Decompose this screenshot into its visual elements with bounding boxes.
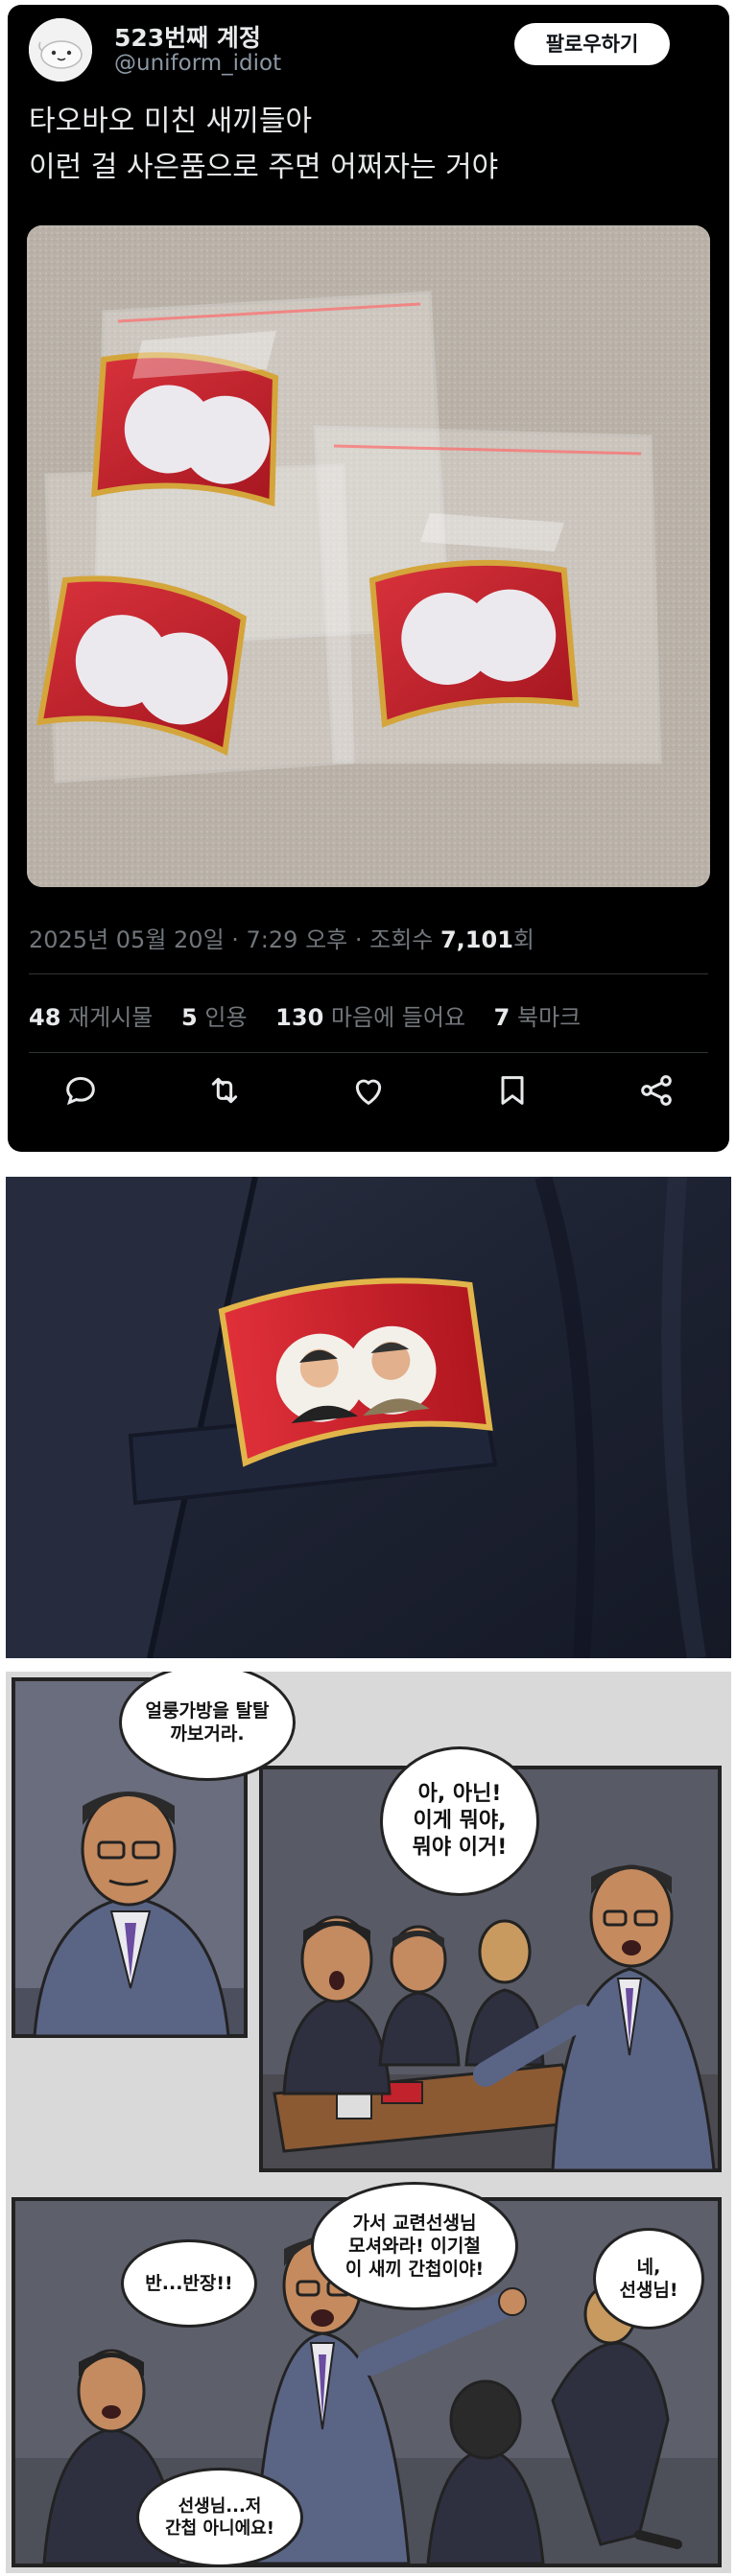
follow-button[interactable]: 팔로우하기 [514, 23, 670, 65]
bookmark-icon[interactable] [493, 1071, 532, 1110]
view-count-suffix: 회 [512, 926, 534, 953]
user-handle[interactable]: @uniform_idiot [114, 51, 281, 76]
pin-on-suit-photo [6, 1177, 731, 1658]
retweets-count: 48 [29, 1004, 61, 1031]
tweet-meta: 2025년 05월 20일 · 7:29 오후 · 조회수 7,101회 [29, 921, 534, 954]
tweet-text-line: 타오바오 미친 새끼들아 [29, 105, 313, 138]
reply-icon[interactable] [61, 1071, 100, 1110]
likes-label: 마음에 들어요 [330, 1004, 466, 1031]
tweet-card: 523번째 계정 @uniform_idiot 팔로우하기 타오바오 미친 새끼… [8, 5, 729, 1152]
tweet-text: 타오바오 미친 새끼들아 이런 걸 사은품으로 주면 어쩌자는 거야 [29, 99, 498, 191]
comic-strip: 얼룽가방을 탈탈 까보거라. 아, 아닌! 이게 뭐야, 뭐야 이거! 가서 교… [6, 1672, 731, 2573]
avatar[interactable] [29, 18, 92, 82]
action-bar [8, 1071, 729, 1115]
retweets-label: 재게시물 [68, 1004, 154, 1031]
likes-stat[interactable]: 130 마음에 들어요 [275, 1004, 465, 1031]
share-icon[interactable] [637, 1071, 676, 1110]
view-count: 7,101 [439, 926, 513, 953]
like-icon[interactable] [349, 1071, 388, 1110]
tweet-text-line: 이런 걸 사은품으로 주면 어쩌자는 거야 [29, 151, 499, 184]
comic-art [12, 1677, 722, 2567]
bookmarks-label: 북마크 [517, 1004, 582, 1031]
tweet-photo[interactable] [27, 225, 710, 887]
retweets-stat[interactable]: 48 재게시물 [29, 1004, 153, 1031]
likes-count: 130 [275, 1004, 324, 1031]
quotes-count: 5 [181, 1004, 198, 1031]
speech-bubble: 아, 아닌! 이게 뭐야, 뭐야 이거! [380, 1746, 539, 1896]
pins-photo-image [27, 225, 710, 887]
display-name[interactable]: 523번째 계정 [114, 19, 261, 54]
bookmarks-stat[interactable]: 7 북마크 [494, 1004, 582, 1031]
timestamp[interactable]: 2025년 05월 20일 · 7:29 오후 · 조회수 [29, 926, 440, 953]
divider [29, 1052, 708, 1053]
retweet-icon[interactable] [205, 1071, 244, 1110]
speech-bubble: 선생님...저 간첩 아니에요! [136, 2468, 303, 2567]
speech-bubble: 네, 선생님! [593, 2228, 704, 2330]
suit-pin-image [6, 1177, 731, 1658]
bookmarks-count: 7 [493, 1004, 510, 1031]
avatar-icon [29, 18, 92, 82]
quotes-stat[interactable]: 5 인용 [181, 1004, 248, 1031]
speech-bubble: 가서 교련선생님 모셔와라! 이기철 이 새끼 간첩이야! [311, 2182, 518, 2310]
quotes-label: 인용 [204, 1004, 248, 1031]
divider [29, 973, 708, 974]
speech-bubble: 반...반장!! [121, 2239, 257, 2328]
tweet-stats: 48 재게시물 5 인용 130 마음에 들어요 7 북마크 [29, 998, 602, 1032]
